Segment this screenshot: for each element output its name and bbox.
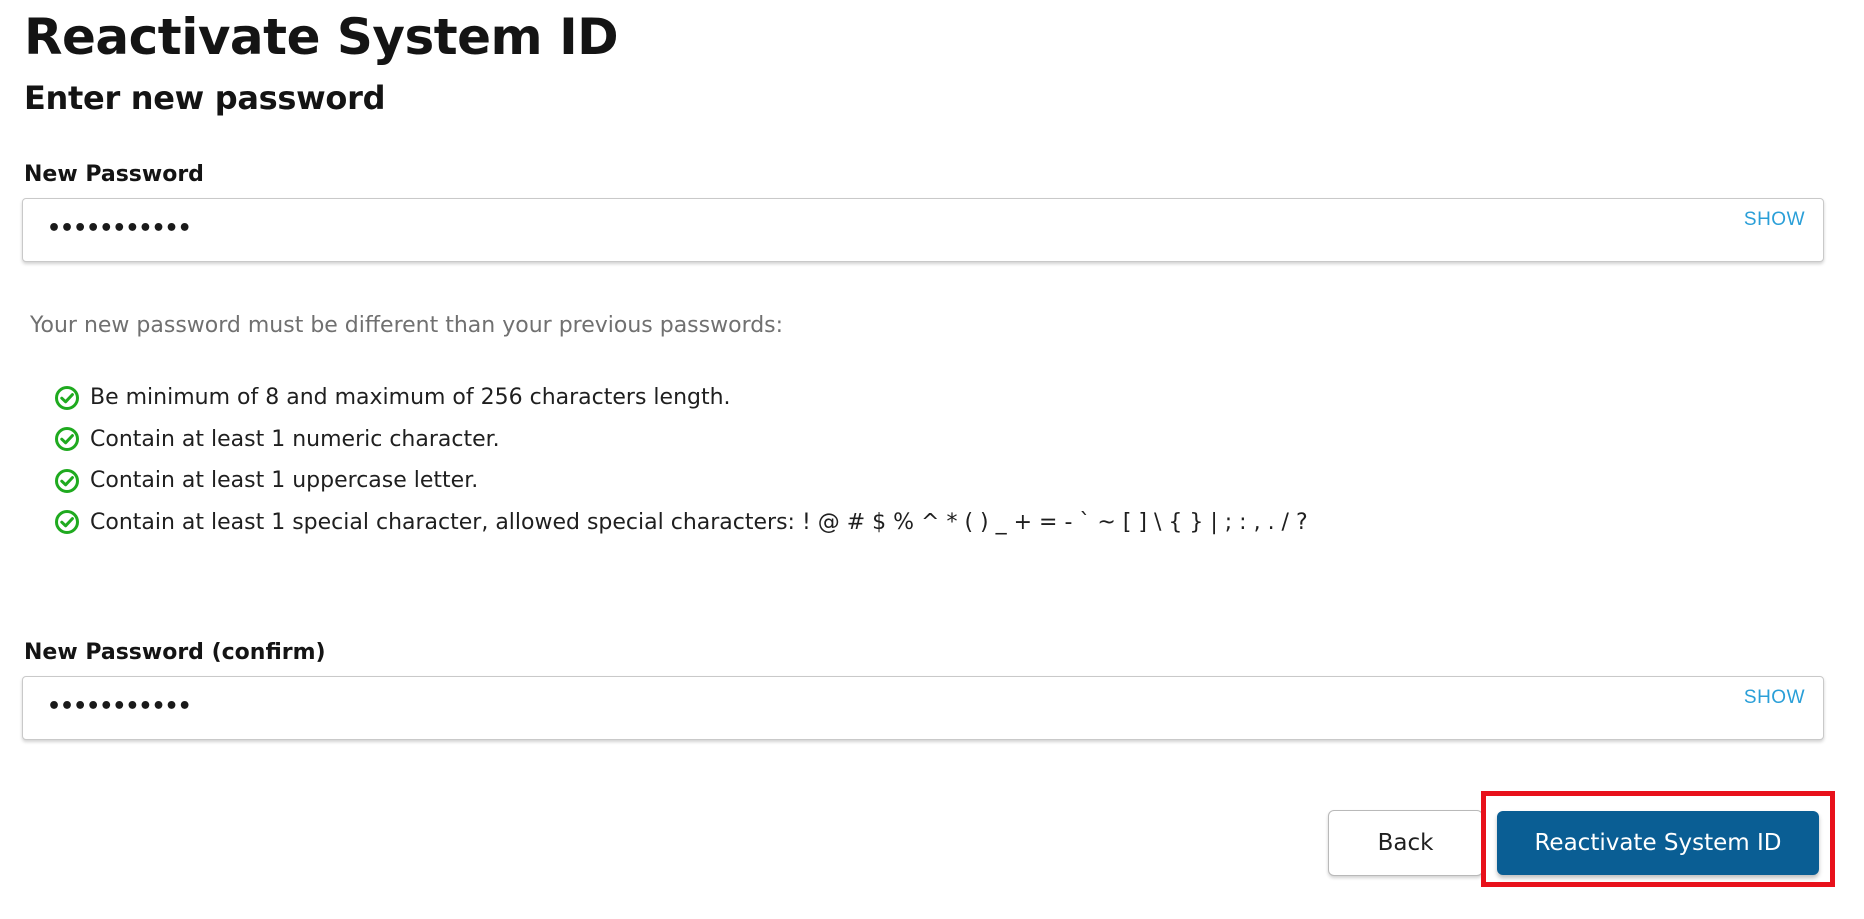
list-item: Contain at least 1 uppercase letter. bbox=[54, 460, 1308, 502]
requirements-intro: Your new password must be different than… bbox=[30, 313, 784, 338]
new-password-value[interactable]: ••••••••••• bbox=[47, 213, 192, 245]
check-circle-icon bbox=[55, 427, 79, 452]
check-circle-icon bbox=[55, 385, 79, 410]
new-password-show-toggle[interactable]: SHOW bbox=[1744, 209, 1805, 231]
requirement-text: Be minimum of 8 and maximum of 256 chara… bbox=[90, 385, 731, 411]
list-item: Be minimum of 8 and maximum of 256 chara… bbox=[54, 377, 1308, 419]
new-password-field[interactable]: ••••••••••• SHOW bbox=[22, 198, 1824, 262]
back-button[interactable]: Back bbox=[1328, 810, 1483, 876]
page-title: Reactivate System ID bbox=[24, 8, 619, 66]
confirm-password-label: New Password (confirm) bbox=[24, 640, 326, 665]
requirement-text: Contain at least 1 numeric character. bbox=[90, 426, 500, 452]
check-circle-icon bbox=[55, 468, 79, 493]
requirement-text: Contain at least 1 uppercase letter. bbox=[90, 468, 479, 494]
list-item: Contain at least 1 special character, al… bbox=[54, 502, 1308, 544]
reactivate-system-id-button[interactable]: Reactivate System ID bbox=[1497, 811, 1819, 875]
requirements-list: Be minimum of 8 and maximum of 256 chara… bbox=[54, 377, 1308, 543]
new-password-label: New Password bbox=[24, 162, 204, 187]
check-circle-icon bbox=[55, 510, 79, 535]
page-subtitle: Enter new password bbox=[24, 79, 386, 117]
confirm-password-show-toggle[interactable]: SHOW bbox=[1744, 687, 1805, 709]
list-item: Contain at least 1 numeric character. bbox=[54, 419, 1308, 461]
requirement-text: Contain at least 1 special character, al… bbox=[90, 509, 1308, 535]
confirm-password-value[interactable]: ••••••••••• bbox=[47, 691, 192, 723]
confirm-password-field[interactable]: ••••••••••• SHOW bbox=[22, 676, 1824, 740]
